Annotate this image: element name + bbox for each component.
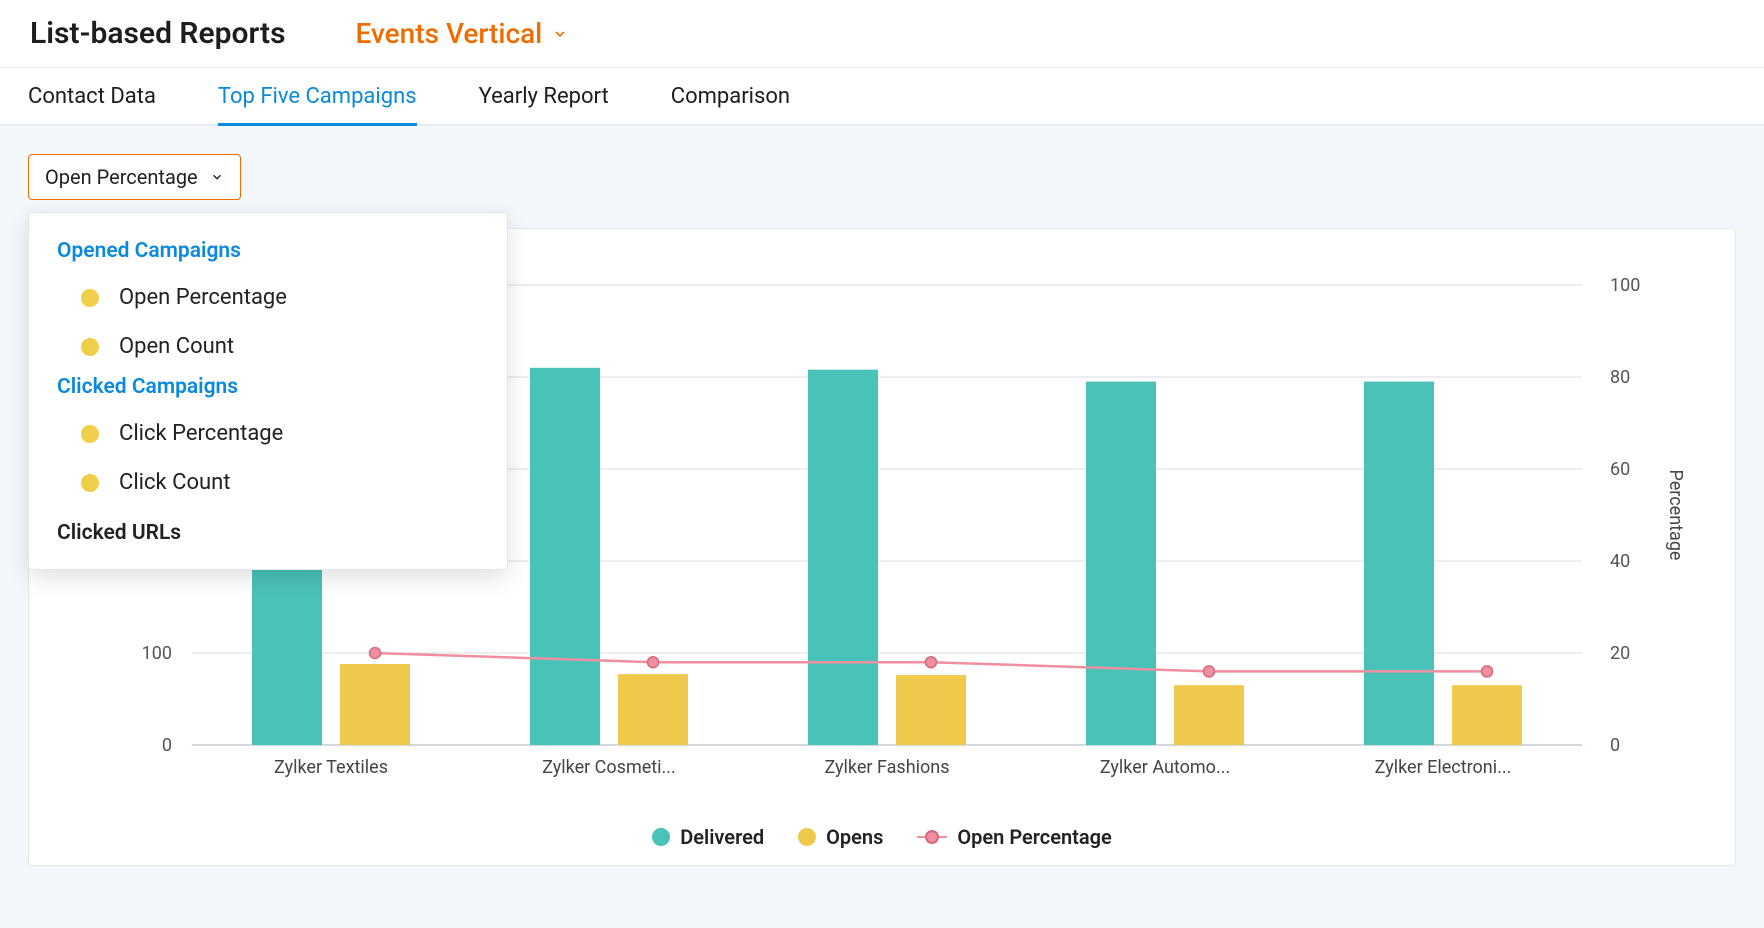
dropdown-item-click-count[interactable]: Click Count: [37, 458, 499, 507]
svg-text:20: 20: [1610, 643, 1630, 664]
bullet-icon: [81, 474, 99, 492]
dropdown-item-open-count[interactable]: Open Count: [37, 322, 499, 371]
svg-text:Zylker Fashions: Zylker Fashions: [824, 757, 949, 778]
tab-top-five-campaigns[interactable]: Top Five Campaigns: [218, 67, 417, 125]
tab-comparison[interactable]: Comparison: [671, 67, 790, 125]
bullet-icon: [81, 425, 99, 443]
metric-select-label: Open Percentage: [45, 165, 198, 189]
dropdown-item-open-percentage[interactable]: Open Percentage: [37, 273, 499, 322]
svg-text:Zylker Electroni...: Zylker Electroni...: [1375, 757, 1512, 778]
metric-dropdown-panel: Opened Campaigns Open Percentage Open Co…: [28, 212, 508, 570]
svg-text:80: 80: [1610, 367, 1630, 388]
tab-yearly-report[interactable]: Yearly Report: [479, 67, 609, 125]
svg-text:0: 0: [162, 735, 172, 756]
metric-select-button[interactable]: Open Percentage: [28, 154, 241, 200]
legend-swatch-icon: [652, 828, 670, 846]
legend-open-percentage[interactable]: Open Percentage: [917, 825, 1111, 849]
dropdown-item-click-percentage[interactable]: Click Percentage: [37, 409, 499, 458]
legend-opens[interactable]: Opens: [798, 825, 883, 849]
dropdown-group-clicked: Clicked Campaigns: [37, 371, 499, 409]
vertical-selector[interactable]: Events Vertical: [356, 17, 569, 50]
svg-text:100: 100: [142, 643, 172, 664]
svg-text:0: 0: [1610, 735, 1620, 756]
bullet-icon: [81, 289, 99, 307]
svg-text:Percentage: Percentage: [1665, 470, 1686, 561]
bullet-icon: [81, 338, 99, 356]
svg-text:100: 100: [1610, 275, 1640, 296]
top-bar: List-based Reports Events Vertical: [0, 0, 1764, 68]
tab-row: Contact Data Top Five Campaigns Yearly R…: [0, 68, 1764, 126]
svg-text:Zylker Cosmeti...: Zylker Cosmeti...: [542, 757, 676, 778]
svg-text:40: 40: [1610, 551, 1630, 572]
legend-swatch-icon: [798, 828, 816, 846]
legend-line-icon: [917, 831, 947, 843]
chevron-down-icon: [552, 26, 568, 42]
svg-text:Zylker Automo...: Zylker Automo...: [1100, 757, 1230, 778]
chart-legend: Delivered Opens Open Percentage: [47, 825, 1717, 849]
page-title: List-based Reports: [30, 16, 286, 51]
legend-delivered[interactable]: Delivered: [652, 825, 764, 849]
dropdown-group-opened: Opened Campaigns: [37, 235, 499, 273]
svg-text:60: 60: [1610, 459, 1630, 480]
tab-contact-data[interactable]: Contact Data: [28, 67, 156, 125]
dropdown-item-clicked-urls[interactable]: Clicked URLs: [37, 507, 499, 545]
vertical-selector-label: Events Vertical: [356, 17, 543, 50]
chevron-down-icon: [210, 170, 224, 184]
svg-text:Zylker Textiles: Zylker Textiles: [274, 757, 388, 778]
content-area: Open Percentage Opened Campaigns Open Pe…: [0, 126, 1764, 928]
